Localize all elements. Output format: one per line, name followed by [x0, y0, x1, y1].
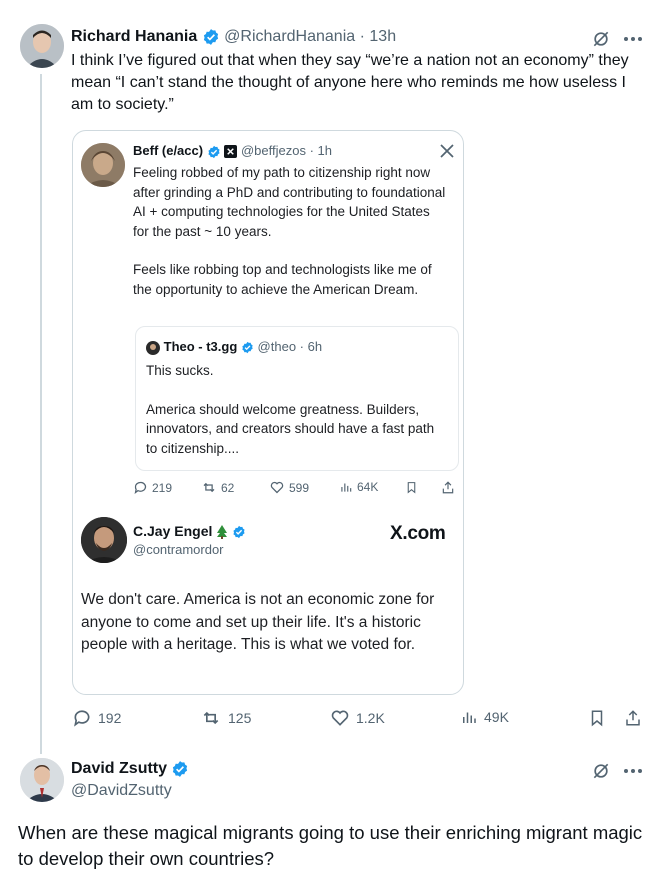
david-avatar[interactable] [20, 758, 64, 802]
x-logo-icon [439, 143, 455, 164]
share-icon [626, 710, 640, 726]
grok-icon[interactable] [588, 28, 614, 50]
repost-icon [203, 482, 215, 493]
share-button[interactable] [624, 708, 642, 728]
jay-handle: @contramordor [133, 542, 224, 557]
reply-icon [134, 481, 147, 494]
affiliate-badge-icon [224, 145, 238, 159]
tweet1-handle[interactable]: @RichardHanania [224, 28, 355, 45]
jay-avatar [81, 517, 127, 563]
verified-badge-icon [242, 341, 253, 354]
theo-avatar [146, 340, 160, 355]
tweet2-handle[interactable]: @DavidZsutty [71, 782, 172, 800]
like-icon [331, 710, 349, 726]
tweet1-text: I think I’ve figured out that when they … [71, 52, 629, 113]
beff-time: 1h [317, 143, 333, 158]
beff-handle: @beffjezos [240, 143, 306, 158]
verified-badge-icon [233, 526, 245, 539]
tree-icon [217, 525, 228, 540]
beff-name: Beff (e/acc) [133, 143, 204, 158]
beff-reply: 219 [133, 480, 172, 495]
tweet2-author[interactable]: David Zsutty [71, 760, 189, 778]
beff-text: Feeling robbed of my path to citizenship… [133, 163, 449, 299]
jay-header: C.Jay Engel [133, 523, 246, 540]
verified-badge-icon [203, 29, 218, 45]
repost-button[interactable]: 125 [200, 708, 251, 728]
repost-icon [203, 711, 219, 725]
thread-line [40, 74, 42, 754]
tweet1-header: Richard Hanania @RichardHanania · 13h [71, 28, 396, 46]
beff-like-count: 599 [289, 480, 310, 495]
theo-paragraph-2: America should welcome greatness. Builde… [146, 401, 435, 456]
theo-handle: @theo [257, 339, 297, 354]
tweet2-text: When are these magical migrants going to… [18, 822, 643, 869]
like-count: 1.2K [356, 710, 385, 726]
bookmark-icon [591, 710, 603, 727]
embedded-image[interactable]: Beff (e/acc) @beffjezos · 1h Feeling rob… [72, 130, 464, 695]
separator-dot: · [359, 28, 365, 46]
beff-reply-count: 219 [152, 480, 173, 495]
jay-name: C.Jay Engel [133, 523, 213, 539]
like-button[interactable]: 1.2K [330, 708, 385, 728]
grok-icon[interactable] [588, 760, 614, 782]
xcom-watermark: X.com [390, 523, 446, 544]
theo-text: This sucks. America should welcome great… [146, 361, 446, 458]
beff-action-bar: 219 62 599 64K [133, 480, 463, 500]
beff-paragraph-2: Feels like robbing top and technologists… [133, 262, 432, 297]
reply-button[interactable]: 192 [72, 708, 121, 728]
views-count: 49K [484, 709, 509, 725]
quoted-tweet-theo: Theo - t3.gg @theo · 6h This sucks. Amer… [135, 326, 459, 471]
repost-count: 125 [228, 710, 252, 726]
theo-time: 6h [307, 339, 323, 354]
tweet1-author-name[interactable]: Richard Hanania [71, 28, 197, 45]
beff-views: 64K [339, 480, 378, 494]
beff-repost-count: 62 [221, 480, 235, 495]
like-icon [270, 481, 284, 494]
reply-count: 192 [98, 710, 122, 726]
jay-text: We don't care. America is not an economi… [81, 591, 435, 653]
views-button[interactable]: 49K [460, 708, 509, 726]
more-options-icon[interactable] [620, 28, 646, 50]
verified-badge-icon [173, 761, 188, 777]
bookmark-button[interactable] [588, 708, 606, 728]
more-options-icon[interactable] [620, 760, 646, 782]
separator-dot: · [299, 339, 305, 354]
beff-views-count: 64K [357, 480, 379, 494]
tweet1-time[interactable]: 13h [369, 28, 396, 45]
tweet2-author-name[interactable]: David Zsutty [71, 760, 167, 777]
beff-avatar [81, 143, 125, 187]
theo-paragraph-1: This sucks. [146, 363, 214, 378]
views-icon [341, 483, 352, 492]
bookmark-icon [405, 480, 418, 495]
beff-like: 599 [269, 480, 309, 495]
verified-badge-icon [208, 145, 220, 158]
separator-dot: · [309, 143, 314, 158]
reply-icon [74, 710, 90, 727]
theo-name: Theo - t3.gg [163, 339, 238, 354]
richard-avatar[interactable] [20, 24, 64, 68]
beff-header: Beff (e/acc) @beffjezos · 1h [133, 143, 332, 159]
beff-paragraph-1: Feeling robbed of my path to citizenship… [133, 165, 446, 239]
theo-header: Theo - t3.gg @theo · 6h [146, 339, 322, 355]
beff-repost: 62 [201, 480, 234, 495]
views-icon [463, 712, 476, 723]
share-icon [441, 480, 455, 495]
